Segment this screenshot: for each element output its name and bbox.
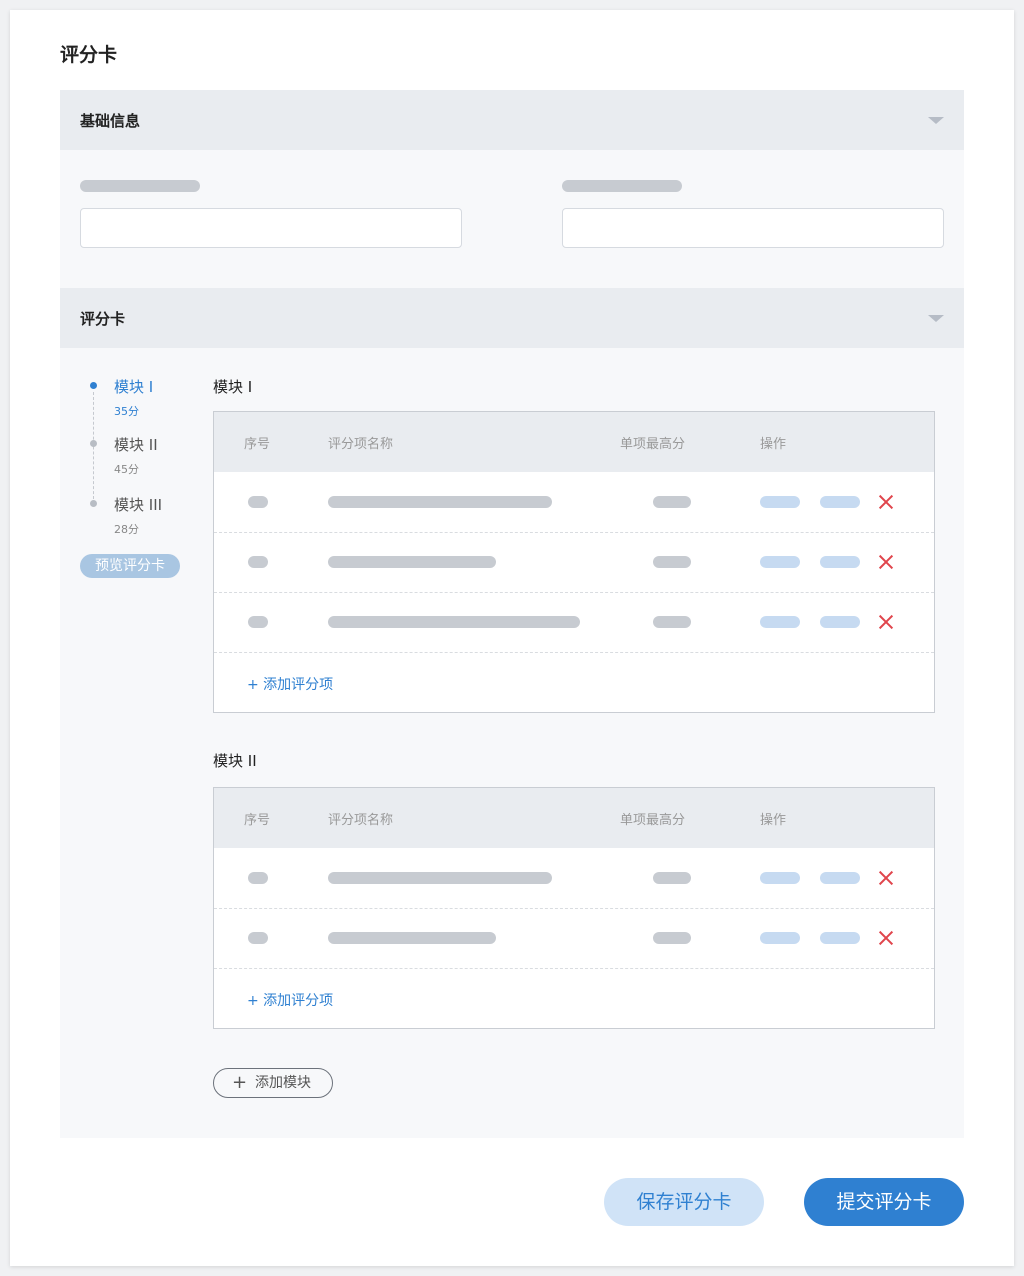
preview-scorecard-button[interactable]: 预览评分卡 bbox=[80, 554, 180, 578]
step-score: 28分 bbox=[114, 523, 139, 536]
delete-icon[interactable] bbox=[879, 555, 893, 569]
step-module-3[interactable]: 模块 III 28分 bbox=[114, 494, 162, 537]
item-name-placeholder bbox=[328, 496, 552, 508]
action-link-placeholder[interactable] bbox=[760, 556, 800, 568]
action-link-placeholder[interactable] bbox=[760, 872, 800, 884]
index-placeholder bbox=[248, 872, 268, 884]
basic-info-body bbox=[60, 150, 964, 288]
column-header-item-name: 评分项名称 bbox=[328, 813, 394, 828]
page-title: 评分卡 bbox=[60, 44, 118, 66]
max-score-placeholder bbox=[653, 556, 691, 568]
table-row bbox=[214, 848, 934, 909]
max-score-placeholder bbox=[653, 932, 691, 944]
max-score-placeholder bbox=[653, 616, 691, 628]
module-2-table: 序号 评分项名称 单项最高分 操作 + 添加评分项 bbox=[213, 787, 935, 1029]
field-label-placeholder bbox=[80, 180, 200, 192]
delete-icon[interactable] bbox=[879, 495, 893, 509]
action-link-placeholder[interactable] bbox=[760, 932, 800, 944]
action-link-placeholder[interactable] bbox=[760, 496, 800, 508]
column-header-index: 序号 bbox=[244, 813, 271, 828]
delete-icon[interactable] bbox=[879, 931, 893, 945]
item-name-placeholder bbox=[328, 616, 580, 628]
item-name-placeholder bbox=[328, 872, 552, 884]
column-header-max-score: 单项最高分 bbox=[620, 437, 686, 452]
step-score: 35分 bbox=[114, 405, 139, 418]
add-scoring-item-link[interactable]: + 添加评分项 bbox=[247, 990, 333, 1010]
basic-info-header[interactable]: 基础信息 bbox=[60, 90, 964, 150]
scorecard-section-title: 评分卡 bbox=[80, 310, 126, 328]
add-module-label: 添加模块 bbox=[255, 1075, 311, 1091]
step-score: 45分 bbox=[114, 463, 139, 476]
scorecard-header[interactable]: 评分卡 bbox=[60, 288, 964, 348]
step-module-1[interactable]: 模块 I 35分 bbox=[114, 376, 153, 419]
caret-down-icon[interactable] bbox=[928, 117, 944, 124]
action-link-placeholder[interactable] bbox=[760, 616, 800, 628]
module-1-table: 序号 评分项名称 单项最高分 操作 + 添加评分项 bbox=[213, 411, 935, 713]
column-header-actions: 操作 bbox=[760, 437, 787, 452]
step-dot bbox=[90, 440, 97, 447]
action-link-placeholder[interactable] bbox=[820, 496, 860, 508]
column-header-actions: 操作 bbox=[760, 813, 787, 828]
step-dot-active bbox=[90, 382, 97, 389]
table-row bbox=[214, 592, 934, 653]
action-link-placeholder[interactable] bbox=[820, 872, 860, 884]
caret-down-icon[interactable] bbox=[928, 315, 944, 322]
index-placeholder bbox=[248, 616, 268, 628]
table-row bbox=[214, 908, 934, 969]
item-name-placeholder bbox=[328, 932, 496, 944]
table-row bbox=[214, 532, 934, 593]
module-title: 模块 I bbox=[213, 378, 253, 396]
table-header: 序号 评分项名称 单项最高分 操作 bbox=[214, 412, 934, 472]
basic-field-2-input[interactable] bbox=[562, 208, 944, 248]
step-name: 模块 II bbox=[114, 436, 158, 454]
step-connector-line bbox=[93, 392, 94, 504]
table-row bbox=[214, 472, 934, 533]
basic-field-1-input[interactable] bbox=[80, 208, 462, 248]
delete-icon[interactable] bbox=[879, 615, 893, 629]
step-name: 模块 I bbox=[114, 378, 154, 396]
field-label-placeholder bbox=[562, 180, 682, 192]
delete-icon[interactable] bbox=[879, 871, 893, 885]
action-link-placeholder[interactable] bbox=[820, 556, 860, 568]
max-score-placeholder bbox=[653, 496, 691, 508]
add-scoring-item-link[interactable]: + 添加评分项 bbox=[247, 674, 333, 694]
module-title: 模块 II bbox=[213, 752, 257, 770]
submit-scorecard-button[interactable]: 提交评分卡 bbox=[804, 1178, 964, 1226]
column-header-index: 序号 bbox=[244, 437, 271, 452]
item-name-placeholder bbox=[328, 556, 496, 568]
index-placeholder bbox=[248, 556, 268, 568]
step-dot bbox=[90, 500, 97, 507]
column-header-item-name: 评分项名称 bbox=[328, 437, 394, 452]
index-placeholder bbox=[248, 496, 268, 508]
max-score-placeholder bbox=[653, 872, 691, 884]
save-scorecard-button[interactable]: 保存评分卡 bbox=[604, 1178, 764, 1226]
column-header-max-score: 单项最高分 bbox=[620, 813, 686, 828]
plus-icon: + bbox=[232, 1072, 248, 1093]
table-header: 序号 评分项名称 单项最高分 操作 bbox=[214, 788, 934, 848]
index-placeholder bbox=[248, 932, 268, 944]
step-module-2[interactable]: 模块 II 45分 bbox=[114, 434, 158, 477]
basic-info-title: 基础信息 bbox=[80, 112, 141, 130]
step-name: 模块 III bbox=[114, 496, 163, 514]
action-link-placeholder[interactable] bbox=[820, 616, 860, 628]
add-module-button[interactable]: + 添加模块 bbox=[213, 1068, 333, 1098]
action-link-placeholder[interactable] bbox=[820, 932, 860, 944]
